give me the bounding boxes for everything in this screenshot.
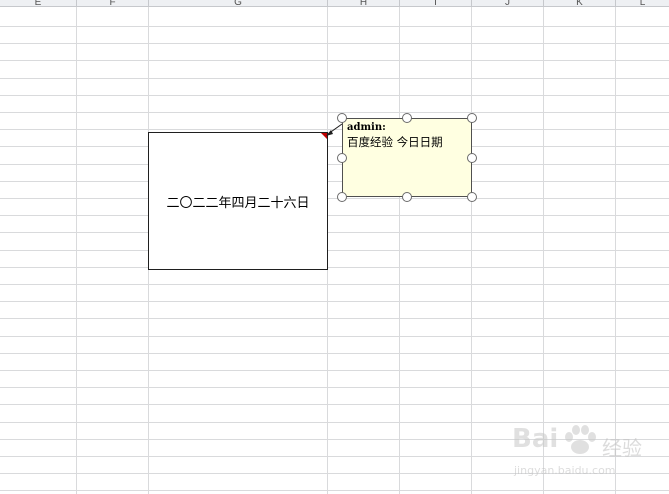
cell-comment-box[interactable]: admin: 百度经验 今日日期 <box>342 118 472 197</box>
row-gridline <box>0 181 669 182</box>
comment-indicator-icon[interactable] <box>321 133 327 139</box>
row-gridline <box>0 43 669 44</box>
row-gridline <box>0 267 669 268</box>
resize-handle-top-left[interactable] <box>337 113 347 123</box>
resize-handle-top[interactable] <box>402 113 412 123</box>
row-gridline <box>0 60 669 61</box>
row-gridline <box>0 336 669 337</box>
row-gridline <box>0 250 669 251</box>
watermark-suffix: 经验 <box>602 436 642 460</box>
merged-date-text: 二〇二二年四月二十六日 <box>166 195 310 211</box>
row-gridline <box>0 112 669 113</box>
row-gridline <box>0 198 669 199</box>
row-gridline <box>0 387 669 388</box>
resize-handle-top-right[interactable] <box>467 113 477 123</box>
row-gridline <box>0 353 669 354</box>
column-header-j[interactable]: J <box>472 0 544 6</box>
comment-author: admin: <box>347 122 386 133</box>
row-gridline <box>0 490 669 491</box>
column-header-k[interactable]: K <box>544 0 616 6</box>
column-header-i[interactable]: I <box>400 0 472 6</box>
row-gridline <box>0 26 669 27</box>
paw-logo-icon <box>565 425 596 454</box>
resize-handle-bottom-left[interactable] <box>337 192 347 202</box>
column-gridline <box>471 7 472 494</box>
column-header-bar[interactable]: E F G H I J K L <box>0 0 669 7</box>
resize-handle-bottom-right[interactable] <box>467 192 477 202</box>
row-gridline <box>0 215 669 216</box>
row-gridline <box>0 284 669 285</box>
comment-text[interactable]: 百度经验 今日日期 <box>347 134 467 150</box>
column-header-e[interactable]: E <box>0 0 77 6</box>
watermark-brand: Bai <box>512 424 559 454</box>
column-header-l[interactable]: L <box>616 0 669 6</box>
column-header-g[interactable]: G <box>149 0 328 6</box>
row-gridline <box>0 404 669 405</box>
row-gridline <box>0 129 669 130</box>
row-gridline <box>0 146 669 147</box>
resize-handle-bottom[interactable] <box>402 192 412 202</box>
row-gridline <box>0 164 669 165</box>
baidu-jingyan-watermark: Bai 经验 jingyan.baidu.com <box>512 420 652 486</box>
column-gridline <box>76 7 77 494</box>
column-header-h[interactable]: H <box>328 0 400 6</box>
resize-handle-left[interactable] <box>337 153 347 163</box>
column-header-f[interactable]: F <box>77 0 149 6</box>
row-gridline <box>0 232 669 233</box>
merged-date-cell[interactable]: 二〇二二年四月二十六日 <box>148 132 328 270</box>
row-gridline <box>0 370 669 371</box>
watermark-domain: jingyan.baidu.com <box>514 464 616 477</box>
row-gridline <box>0 318 669 319</box>
row-gridline <box>0 301 669 302</box>
row-gridline <box>0 78 669 79</box>
row-gridline <box>0 95 669 96</box>
column-gridline <box>399 7 400 494</box>
resize-handle-right[interactable] <box>467 153 477 163</box>
